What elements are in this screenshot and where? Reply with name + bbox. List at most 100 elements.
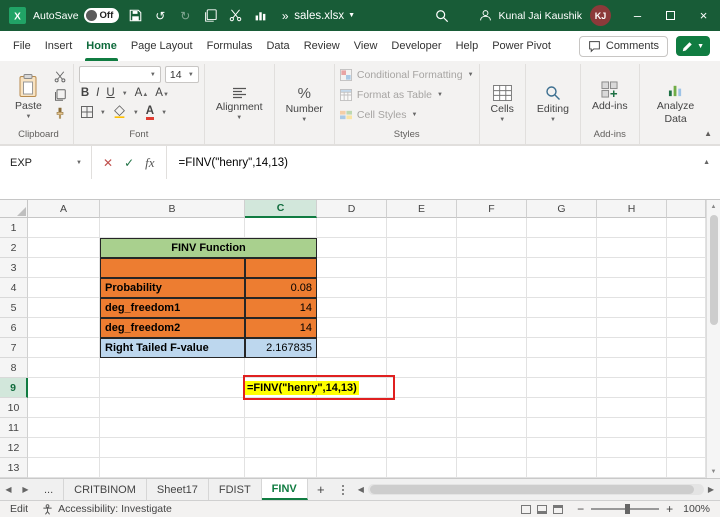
column-header-f[interactable]: F (457, 200, 527, 218)
cell[interactable] (527, 258, 597, 278)
cell[interactable] (28, 438, 100, 458)
cell[interactable] (317, 338, 387, 358)
cell[interactable] (317, 458, 387, 478)
cell[interactable] (28, 358, 100, 378)
row-header-3[interactable]: 3 (0, 258, 28, 278)
cell[interactable] (527, 418, 597, 438)
cell[interactable] (457, 318, 527, 338)
cell[interactable] (245, 438, 317, 458)
row-header-7[interactable]: 7 (0, 338, 28, 358)
tab-developer[interactable]: Developer (384, 31, 448, 61)
sheet-nav-right-button[interactable]: ▶ (17, 479, 34, 500)
cell[interactable] (317, 318, 387, 338)
row-header-2[interactable]: 2 (0, 238, 28, 258)
undo-button[interactable]: ↺ (151, 7, 169, 25)
row-header-4[interactable]: 4 (0, 278, 28, 298)
cell[interactable] (245, 398, 317, 418)
column-header-c[interactable]: C (245, 200, 317, 218)
cell[interactable] (527, 218, 597, 238)
cell[interactable] (527, 338, 597, 358)
sheet-tab-overflow[interactable]: ... (34, 479, 65, 500)
page-layout-view-button[interactable] (537, 504, 548, 514)
zoom-slider[interactable] (591, 504, 660, 514)
cell[interactable] (667, 258, 706, 278)
cell[interactable] (317, 438, 387, 458)
expand-formula-bar-button[interactable]: ▲ (703, 159, 720, 166)
cell[interactable] (100, 398, 245, 418)
cell[interactable] (667, 338, 706, 358)
column-header-h[interactable]: H (597, 200, 667, 218)
cell[interactable] (245, 218, 317, 238)
table-title-cell[interactable]: FINV Function (100, 238, 317, 258)
autosave-toggle[interactable]: AutoSave Off (33, 8, 120, 23)
row-header-1[interactable]: 1 (0, 218, 28, 238)
column-header-g[interactable]: G (527, 200, 597, 218)
cell-styles-button[interactable]: Cell Styles ▼ (339, 106, 417, 124)
cell[interactable] (527, 378, 597, 398)
scroll-left-button[interactable]: ◀ (358, 485, 364, 494)
cell[interactable] (28, 258, 100, 278)
cell[interactable] (387, 458, 457, 478)
tab-data[interactable]: Data (259, 31, 296, 61)
cell[interactable] (527, 358, 597, 378)
row-header-6[interactable]: 6 (0, 318, 28, 338)
cancel-button[interactable]: ✕ (103, 156, 113, 170)
cell[interactable] (457, 418, 527, 438)
cell[interactable] (245, 418, 317, 438)
font-size-combo[interactable]: 14 ▼ (164, 66, 199, 83)
table-value-cell[interactable]: 0.08 (245, 278, 317, 298)
scroll-right-button[interactable]: ▶ (708, 485, 714, 494)
search-icon[interactable] (433, 7, 451, 25)
underline-button[interactable]: U (106, 88, 114, 100)
zoom-in-button[interactable]: + (662, 502, 677, 516)
cell[interactable] (597, 398, 667, 418)
sheet-nav-left-button[interactable]: ◀ (0, 479, 17, 500)
cell[interactable] (457, 298, 527, 318)
tab-home[interactable]: Home (79, 31, 124, 61)
cell[interactable] (667, 458, 706, 478)
column-header-a[interactable]: A (28, 200, 100, 218)
insert-function-button[interactable]: fx (145, 155, 154, 171)
cell[interactable] (597, 418, 667, 438)
cell[interactable] (387, 438, 457, 458)
cell[interactable] (317, 418, 387, 438)
cut-icon[interactable] (226, 7, 244, 25)
sheet-tab-sheet17[interactable]: Sheet17 (147, 479, 209, 500)
paste-button[interactable]: Paste ▼ (9, 66, 48, 127)
new-sheet-button[interactable]: + (308, 479, 334, 500)
sheet-tab-finv[interactable]: FINV (261, 479, 308, 500)
number-button[interactable]: % Number ▼ (280, 66, 329, 142)
tab-review[interactable]: Review (297, 31, 347, 61)
analyze-data-button[interactable]: Analyze Data (645, 66, 707, 142)
enter-button[interactable]: ✓ (124, 156, 134, 170)
row-header-9[interactable]: 9 (0, 378, 28, 398)
cell[interactable] (597, 458, 667, 478)
row-header-11[interactable]: 11 (0, 418, 28, 438)
normal-view-button[interactable] (521, 504, 532, 514)
cell[interactable] (317, 298, 387, 318)
cell[interactable] (667, 418, 706, 438)
bold-button[interactable]: B (81, 88, 89, 100)
collapse-ribbon-button[interactable]: ▲ (704, 129, 712, 138)
tab-power-pivot[interactable]: Power Pivot (485, 31, 558, 61)
cell[interactable] (100, 218, 245, 238)
zoom-level[interactable]: 100% (677, 503, 720, 515)
font-color-button[interactable]: A (145, 105, 155, 121)
horizontal-scroll-track[interactable] (367, 484, 704, 495)
table-label-cell[interactable]: deg_freedom2 (100, 318, 245, 338)
copy-icon[interactable] (201, 7, 219, 25)
cell[interactable] (667, 398, 706, 418)
cell[interactable] (457, 218, 527, 238)
cell[interactable] (597, 298, 667, 318)
avatar[interactable]: KJ (590, 5, 611, 26)
cell[interactable] (597, 358, 667, 378)
cell[interactable] (387, 398, 457, 418)
active-cell[interactable]: =FINV("henry",14,13) (243, 375, 395, 400)
cell[interactable] (317, 218, 387, 238)
row-header-12[interactable]: 12 (0, 438, 28, 458)
share-button[interactable]: ▼ (676, 36, 710, 56)
cell[interactable] (457, 238, 527, 258)
cell[interactable] (597, 338, 667, 358)
tab-page-layout[interactable]: Page Layout (124, 31, 200, 61)
font-name-combo[interactable]: ▼ (78, 66, 161, 83)
